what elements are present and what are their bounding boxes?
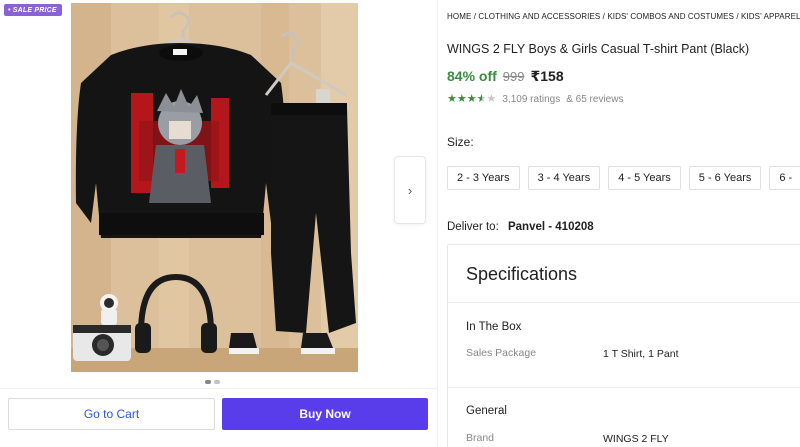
- ratings-count: 3,109 ratings: [502, 94, 561, 105]
- star-icon: ★: [456, 93, 467, 105]
- size-option[interactable]: 2 - 3 Years: [447, 166, 520, 190]
- go-to-cart-button[interactable]: Go to Cart: [8, 398, 215, 430]
- product-image[interactable]: [71, 3, 358, 372]
- gallery-dot-active[interactable]: [205, 380, 211, 384]
- action-bar: Go to Cart Buy Now: [0, 388, 438, 447]
- spec-key: Brand: [466, 432, 495, 444]
- discount-percent: 84% off: [447, 68, 497, 84]
- chevron-right-icon: ›: [407, 182, 413, 198]
- specifications-panel: Specifications In The Box Sales Package …: [447, 244, 800, 447]
- star-icon: ★: [447, 93, 457, 105]
- product-gallery-column: • SALE PRICE › Go to Cart Buy Now: [0, 0, 438, 447]
- divider: [448, 302, 800, 303]
- star-icon: ★: [466, 93, 477, 105]
- spec-key: Sales Package: [466, 347, 537, 359]
- size-option[interactable]: 4 - 5 Years: [608, 166, 681, 190]
- size-label: Size:: [447, 135, 474, 149]
- size-option[interactable]: 6 -: [769, 166, 800, 190]
- size-option[interactable]: 3 - 4 Years: [527, 166, 601, 190]
- rating-row[interactable]: ★ ★ ★ ★ ★ 3,109 ratings & 65 reviews: [447, 94, 624, 106]
- size-option[interactable]: 5 - 6 Years: [688, 166, 762, 190]
- divider: [448, 387, 800, 388]
- deliver-to-label: Deliver to:: [447, 221, 499, 233]
- delivery-pincode: Panvel - 410208: [507, 221, 594, 233]
- specifications-title: Specifications: [466, 264, 578, 284]
- price-row: 84% off 999 ₹158: [447, 68, 564, 85]
- star-empty-icon: ★: [486, 93, 497, 105]
- spec-value: WINGS 2 FLY: [603, 433, 669, 445]
- star-half-icon: ★: [476, 93, 487, 105]
- selling-price: ₹158: [530, 68, 564, 84]
- gallery-dot[interactable]: [214, 380, 220, 384]
- product-details-column: HOME / CLOTHING AND ACCESSORIES / KIDS' …: [447, 0, 800, 447]
- spec-value: 1 T Shirt, 1 Pant: [603, 348, 679, 360]
- original-price: 999: [502, 69, 525, 84]
- buy-now-button[interactable]: Buy Now: [222, 398, 428, 430]
- reviews-count: & 65 reviews: [566, 94, 624, 105]
- product-title: WINGS 2 FLY Boys & Girls Casual T-shirt …: [447, 42, 750, 56]
- gallery-pagination: [205, 380, 220, 384]
- breadcrumb[interactable]: HOME / CLOTHING AND ACCESSORIES / KIDS' …: [447, 12, 800, 21]
- sale-price-badge: • SALE PRICE: [4, 4, 62, 16]
- spec-group-title: In The Box: [466, 321, 522, 333]
- spec-group-title: General: [466, 405, 507, 417]
- size-options: 2 - 3 Years 3 - 4 Years 4 - 5 Years 5 - …: [447, 166, 800, 190]
- next-image-button[interactable]: ›: [394, 156, 426, 224]
- delivery-location[interactable]: Deliver to: Panvel - 410208: [447, 221, 594, 233]
- star-rating: ★ ★ ★ ★ ★: [447, 94, 496, 105]
